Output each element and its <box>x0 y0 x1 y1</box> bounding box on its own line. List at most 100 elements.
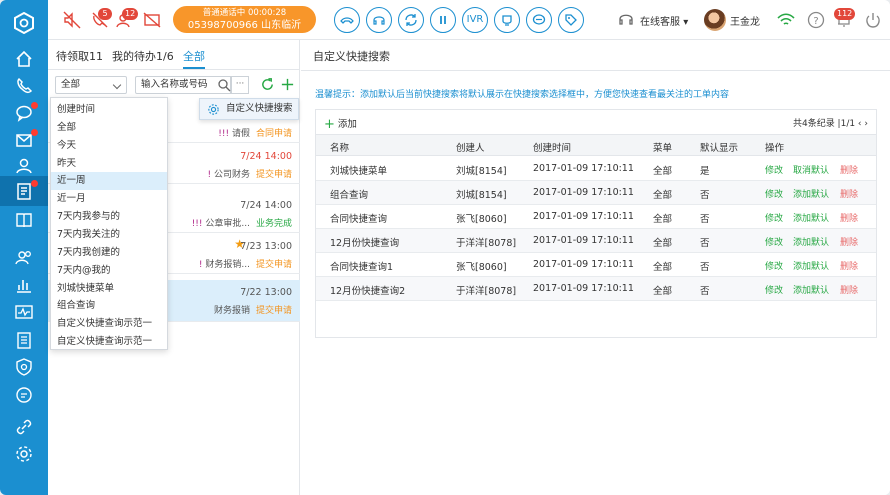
consult-button[interactable] <box>366 7 392 33</box>
dropdown-option[interactable]: 全部 <box>51 119 167 137</box>
default-toggle-link[interactable]: 添加默认 <box>793 235 829 248</box>
delete-link[interactable]: 删除 <box>840 211 858 224</box>
list-doc-icon[interactable] <box>14 330 34 350</box>
dropdown-option[interactable]: 7天内我创建的 <box>51 244 167 262</box>
agent-name[interactable]: 王金龙 <box>730 13 760 28</box>
default-toggle-link[interactable]: 取消默认 <box>793 163 829 176</box>
hold-button[interactable] <box>430 7 456 33</box>
column-header: 创建人 <box>456 143 485 154</box>
message-bubble-icon[interactable] <box>14 385 34 405</box>
contacts-icon[interactable] <box>14 156 34 176</box>
column-header: 操作 <box>765 143 785 154</box>
more-options-button[interactable]: ··· <box>231 76 249 94</box>
edit-link[interactable]: 修改 <box>765 259 783 272</box>
delete-link[interactable]: 删除 <box>840 259 858 272</box>
online-service-label[interactable]: 在线客服 ▾ <box>640 13 688 28</box>
online-service-headset-icon[interactable] <box>616 10 636 30</box>
default-toggle-link[interactable]: 添加默认 <box>793 259 829 272</box>
knowledge-book-icon[interactable] <box>14 210 34 230</box>
dropdown-option[interactable]: 今天 <box>51 137 167 155</box>
call-status: 普通通话中 00:00:28 <box>202 8 287 18</box>
refresh-icon[interactable] <box>260 77 275 92</box>
table-row: 12月份快捷查询2 于洋洋[8078] 2017-01-09 17:10:11 … <box>316 277 876 301</box>
custom-quick-search-menu-item[interactable]: 自定义快捷搜索 <box>199 98 299 120</box>
edit-link[interactable]: 修改 <box>765 163 783 176</box>
help-icon[interactable]: ? <box>806 10 826 30</box>
dropdown-option[interactable]: 创建时间 <box>51 101 167 119</box>
dropdown-option[interactable]: 组合查询 <box>51 297 167 315</box>
dropdown-option[interactable]: 7天内我关注的 <box>51 226 167 244</box>
power-icon[interactable] <box>863 10 883 30</box>
users-group-icon[interactable] <box>14 248 34 268</box>
monitor-pulse-icon[interactable] <box>14 302 34 322</box>
column-header: 菜单 <box>653 143 673 154</box>
edit-link[interactable]: 修改 <box>765 187 783 200</box>
add-button[interactable]: + 添加 <box>324 116 357 132</box>
active-call-indicator[interactable]: 普通通话中 00:00:28 05398700966 山东临沂 <box>173 6 316 33</box>
delete-link[interactable]: 删除 <box>840 187 858 200</box>
delete-link[interactable]: 删除 <box>840 235 858 248</box>
column-header: 名称 <box>330 143 350 154</box>
dropdown-option[interactable]: 7天内我参与的 <box>51 208 167 226</box>
home-icon[interactable] <box>14 49 34 69</box>
transfer-button[interactable] <box>398 7 424 33</box>
page-title: 自定义快捷搜索 <box>313 50 390 63</box>
card-time: 7/22 13:00 <box>240 287 292 298</box>
cup-icon <box>502 15 512 26</box>
shield-icon[interactable] <box>14 357 34 377</box>
dropdown-option[interactable]: 刘城快捷菜单 <box>51 280 167 298</box>
tag-button[interactable] <box>558 7 584 33</box>
tab-my-todo[interactable]: 我的待办1/6 <box>112 48 174 64</box>
bar-chart-icon[interactable] <box>14 275 34 295</box>
wifi-icon <box>777 13 795 25</box>
card-info: 财务报销 提交申请 <box>213 306 292 316</box>
table-row: 组合查询 刘城[8154] 2017-01-09 17:10:11 全部 否 修… <box>316 181 876 205</box>
hint-text: 温馨提示：添加默认后当前快捷搜索将默认展示在快捷搜索选择框中，方便您快速查看最关… <box>315 90 730 100</box>
add-icon[interactable] <box>280 77 295 92</box>
card-info: !!! 公章审批... 业务完成 <box>191 219 292 229</box>
dropdown-option[interactable]: 昨天 <box>51 155 167 173</box>
edit-link[interactable]: 修改 <box>765 283 783 296</box>
link-icon[interactable] <box>14 417 34 437</box>
dropdown-option[interactable]: 自定义快捷查询示范一 <box>51 333 167 351</box>
app-window: 5 12 普通通话中 00:00:28 05398700966 山东临沂 IVR <box>0 0 890 495</box>
avatar[interactable] <box>704 9 726 31</box>
default-toggle-link[interactable]: 添加默认 <box>793 283 829 296</box>
voicemail-badge: 12 <box>122 8 139 20</box>
table-row: 刘城快捷菜单 刘城[8154] 2017-01-09 17:10:11 全部 是… <box>316 157 876 181</box>
hangup-button[interactable] <box>334 7 360 33</box>
table-header: 名称 创建人 创建时间 菜单 默认显示 操作 <box>316 134 876 156</box>
default-toggle-link[interactable]: 添加默认 <box>793 211 829 224</box>
top-bar: 5 12 普通通话中 00:00:28 05398700966 山东临沂 IVR <box>48 0 890 40</box>
ticket-tabs: 待领取11 我的待办1/6 全部 <box>48 40 300 70</box>
settings-gear-icon[interactable] <box>14 444 34 464</box>
table-row: 合同快捷查询 张飞[8060] 2017-01-09 17:10:11 全部 否… <box>316 205 876 229</box>
search-input[interactable]: 输入名称或号码 <box>135 76 231 94</box>
sidebar-item-workorder[interactable] <box>0 176 48 206</box>
delete-link[interactable]: 删除 <box>840 283 858 296</box>
tab-pending[interactable]: 待领取11 <box>56 48 103 64</box>
tag-icon <box>565 14 577 26</box>
tab-all[interactable]: 全部 <box>183 48 205 64</box>
satisfaction-button[interactable] <box>494 7 520 33</box>
edit-link[interactable]: 修改 <box>765 211 783 224</box>
search-placeholder: 输入名称或号码 <box>141 79 208 90</box>
no-video-icon[interactable] <box>142 10 162 30</box>
dropdown-option[interactable]: 自定义快捷查询示范一 <box>51 315 167 333</box>
default-toggle-link[interactable]: 添加默认 <box>793 187 829 200</box>
search-icon[interactable] <box>217 78 231 92</box>
dropdown-option-selected[interactable]: 近一周 <box>51 172 167 190</box>
time-filter-select[interactable]: 全部 <box>55 76 127 94</box>
missed-call-badge: 5 <box>98 8 112 20</box>
sms-button[interactable] <box>526 7 552 33</box>
mail-notification-dot <box>31 129 38 136</box>
pagination[interactable]: 共4条纪录 |1/1 ‹ › <box>793 116 868 129</box>
phone-icon[interactable] <box>14 76 34 96</box>
mute-icon[interactable] <box>62 10 82 30</box>
delete-link[interactable]: 删除 <box>840 163 858 176</box>
ivr-button[interactable]: IVR <box>462 7 488 33</box>
dropdown-option[interactable]: 近一月 <box>51 190 167 208</box>
column-header: 创建时间 <box>533 143 572 154</box>
edit-link[interactable]: 修改 <box>765 235 783 248</box>
dropdown-option[interactable]: 7天内@我的 <box>51 262 167 280</box>
